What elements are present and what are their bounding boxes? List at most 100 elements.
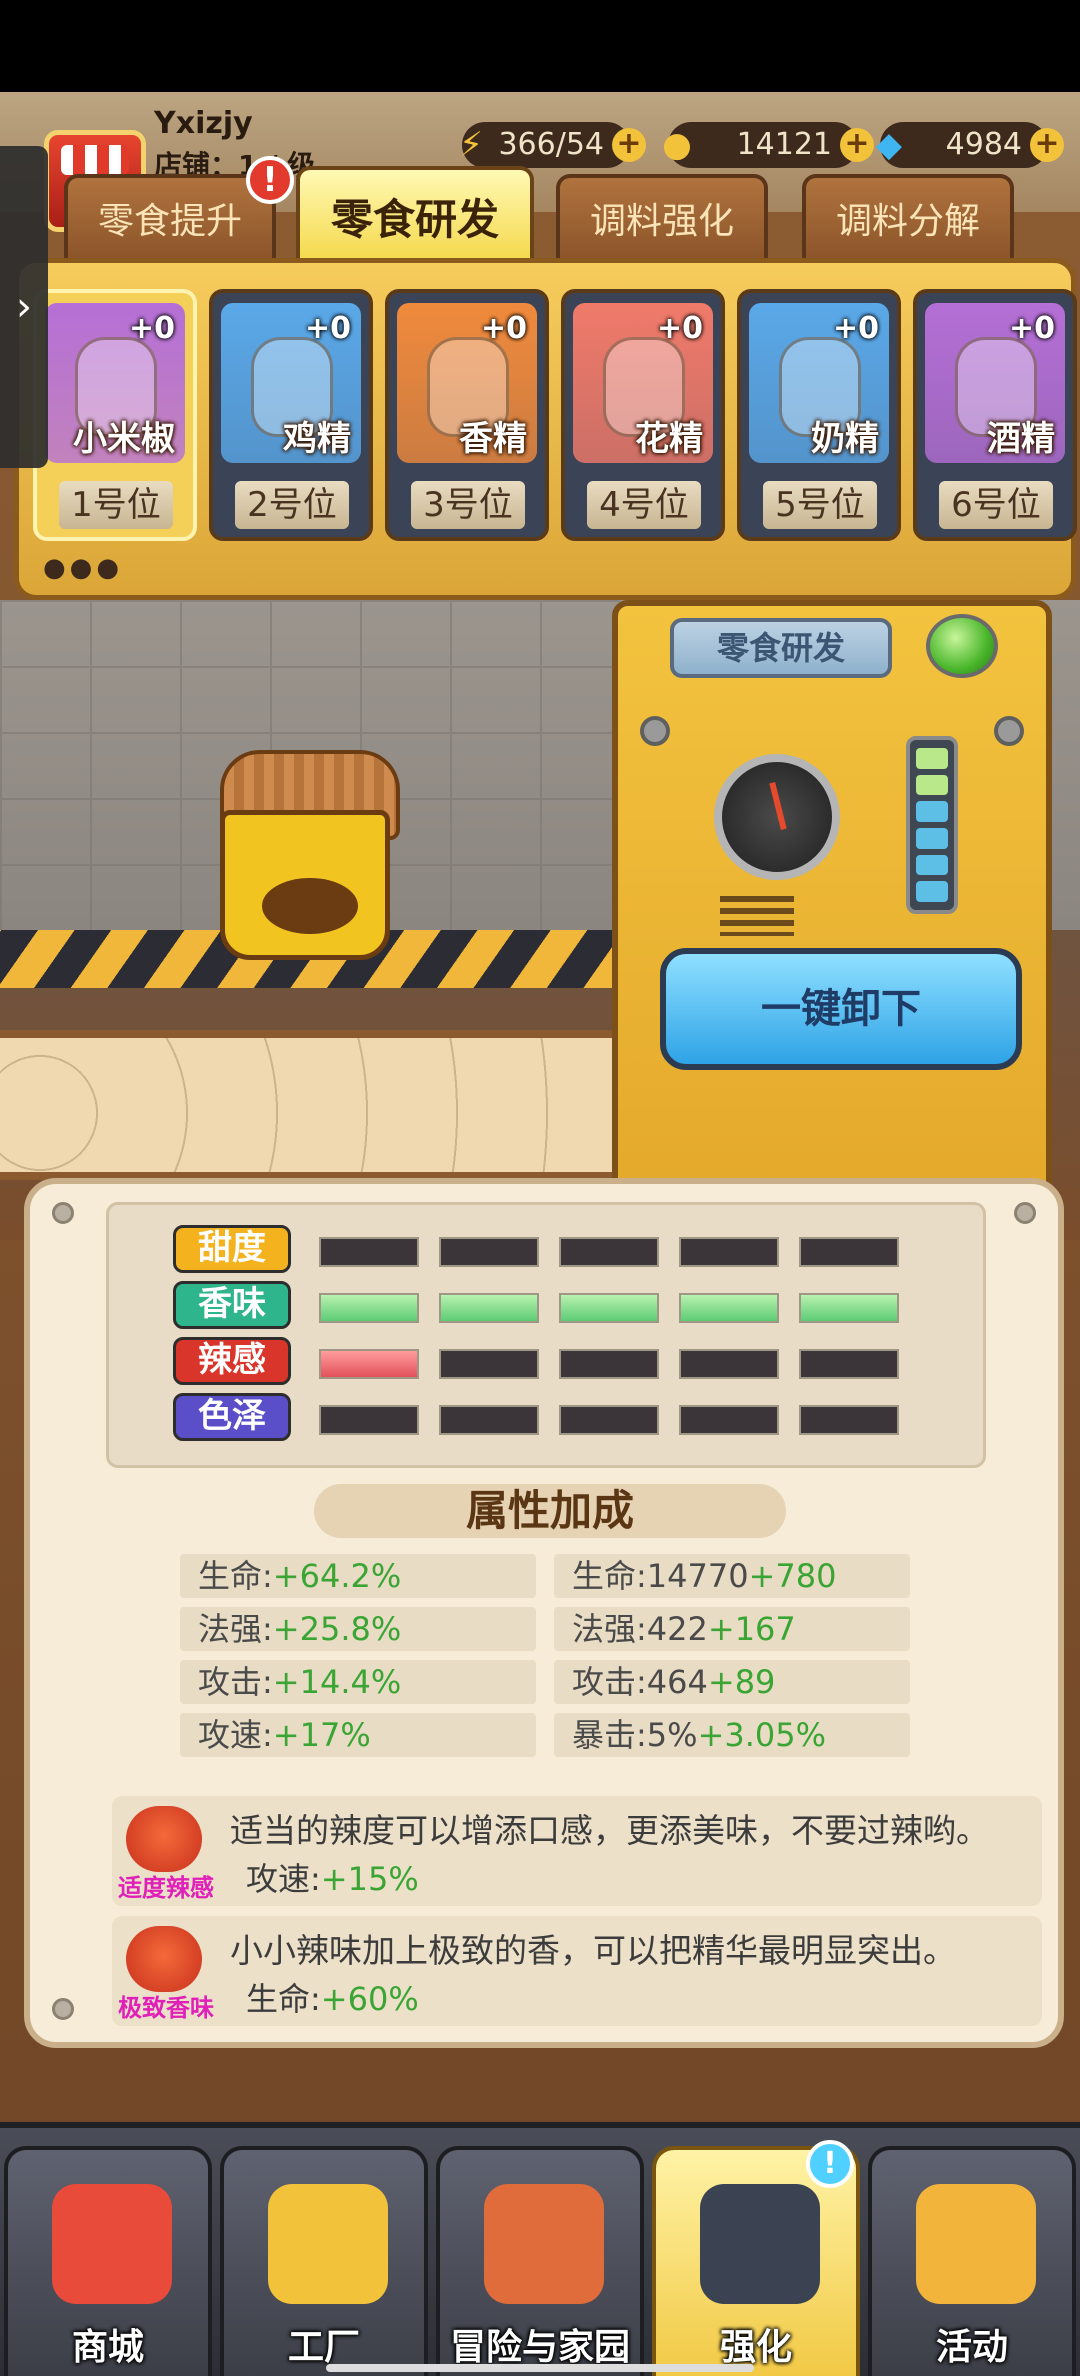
bonus-stat: 法强:422+167 — [554, 1607, 910, 1651]
attribute-row: 甜度 — [173, 1225, 933, 1273]
research-machine: 零食研发 一键卸下 — [612, 600, 1052, 1240]
level-meter — [906, 736, 958, 914]
unload-all-button[interactable]: 一键卸下 — [660, 948, 1022, 1070]
attribute-bar — [439, 1405, 539, 1435]
game-screen: Yxizjy 店铺：1 / 级 ⚡ 366/54 + ● 14121 + ◆ 4… — [0, 92, 1080, 2376]
combo-description: 适当的辣度可以增添口感，更添美味，不要过辣哟。 — [230, 1811, 989, 1850]
tab-seasoning-decompose[interactable]: 调料分解 — [802, 174, 1014, 258]
adventure-icon — [484, 2184, 604, 2304]
bonus-title: 属性加成 — [465, 1486, 634, 1535]
side-expand-tab[interactable]: › — [0, 146, 48, 468]
attribute-label: 香味 — [173, 1281, 291, 1329]
bonus-stat: 生命:14770+780 — [554, 1554, 910, 1598]
slot-position-label: 2号位 — [235, 481, 349, 529]
seasoning-slot[interactable]: +0 鸡精 2号位 — [209, 289, 373, 541]
level-segment — [916, 774, 948, 796]
bonus-stat-value: +89 — [707, 1663, 776, 1701]
attribute-bar — [439, 1293, 539, 1323]
bottom-nav: 商城 工厂 冒险与家园 强化! 活动 — [0, 2122, 1080, 2376]
diamond-icon: ◆ — [875, 125, 903, 165]
combo-stat-name: 攻速: — [246, 1860, 321, 1898]
seasoning-card: +0 花精 — [573, 303, 713, 463]
slot-seasoning-name: 奶精 — [811, 419, 879, 459]
slot-position-label: 6号位 — [939, 481, 1053, 529]
megaphone-icon — [916, 2184, 1036, 2304]
slot-level: +0 — [656, 311, 703, 346]
nav-label: 商城 — [71, 2327, 144, 2368]
seasoning-slot[interactable]: +0 香精 3号位 — [385, 289, 549, 541]
diamond-counter: ◆ 4984 + — [876, 122, 1064, 168]
attribute-row: 香味 — [173, 1281, 933, 1329]
bonus-stat: 攻击:+14.4% — [180, 1660, 536, 1704]
tab-snack-upgrade[interactable]: 零食提升 — [64, 174, 276, 258]
bolt-icon — [640, 716, 670, 746]
combo-stat: 生命:+60% — [246, 1974, 419, 2020]
machine-sign: 零食研发 — [670, 618, 892, 678]
flavor-combo: 适度辣感 适当的辣度可以增添口感，更添美味，不要过辣哟。攻速:+15% — [112, 1796, 1042, 1906]
nav-label: 冒险与家园 — [449, 2327, 630, 2368]
research-scene: 零食研发 一键卸下 — [0, 600, 1080, 1240]
attribute-bar — [559, 1237, 659, 1267]
bonus-stat-name: 攻击:464 — [572, 1663, 708, 1701]
seasoning-slot[interactable]: +0 花精 4号位 — [561, 289, 725, 541]
nav-item[interactable]: 工厂 — [220, 2146, 428, 2376]
bonus-stat-name: 法强: — [198, 1610, 273, 1648]
green-light-button[interactable] — [926, 614, 998, 678]
attribute-bar — [319, 1237, 419, 1267]
bonus-stat-value: +3.05% — [697, 1716, 827, 1754]
seasoning-slot[interactable]: +0 小米椒 1号位 — [33, 289, 197, 541]
bonus-stat-name: 法强:422 — [572, 1610, 708, 1648]
diamond-value: 4984 — [945, 127, 1022, 162]
nav-item[interactable]: 冒险与家园 — [436, 2146, 644, 2376]
combo-name: 适度辣感 — [118, 1874, 214, 1902]
level-segment — [916, 854, 948, 876]
nav-label: 工厂 — [287, 2327, 360, 2368]
slot-level: +0 — [480, 311, 527, 346]
bonus-stat-value: +64.2% — [272, 1557, 402, 1595]
add-energy-button[interactable]: + — [612, 128, 646, 162]
snack-character — [200, 710, 420, 970]
energy-value: 366/54 — [498, 127, 604, 162]
seasoning-slot[interactable]: +0 奶精 5号位 — [737, 289, 901, 541]
nav-item[interactable]: 商城 — [4, 2146, 212, 2376]
add-diamond-button[interactable]: + — [1030, 128, 1064, 162]
bonus-stat-value: +25.8% — [272, 1610, 402, 1648]
gauge-icon — [714, 754, 840, 880]
combo-stat-name: 生命: — [246, 1980, 321, 2018]
bonus-stat-value: +780 — [748, 1557, 837, 1595]
aroma-pouch-icon — [126, 1926, 202, 1992]
attribute-bar — [319, 1349, 419, 1379]
tab-seasoning-enhance[interactable]: 调料强化 — [556, 174, 768, 258]
slot-position-label: 3号位 — [411, 481, 525, 529]
attribute-bar — [799, 1293, 899, 1323]
seasoning-slot[interactable]: +0 酒精 6号位 — [913, 289, 1077, 541]
tab-snack-research[interactable]: 零食研发 — [296, 166, 534, 262]
seasoning-card: +0 香精 — [397, 303, 537, 463]
attribute-bar — [559, 1293, 659, 1323]
bonus-stat-name: 暴击:5% — [572, 1716, 698, 1754]
level-segment — [916, 801, 948, 823]
chevron-right-icon: › — [16, 284, 32, 330]
upgrade-robot-icon — [700, 2184, 820, 2304]
nav-item[interactable]: 强化! — [652, 2140, 860, 2376]
shop-cart-icon — [52, 2184, 172, 2304]
slot-seasoning-name: 鸡精 — [283, 419, 351, 459]
seasoning-card: +0 奶精 — [749, 303, 889, 463]
bolt-icon — [1014, 1202, 1036, 1224]
attribute-bar — [319, 1293, 419, 1323]
seasoning-card: +0 小米椒 — [45, 303, 185, 463]
combo-name: 极致香味 — [118, 1994, 214, 2022]
nav-item[interactable]: 活动 — [868, 2146, 1076, 2376]
bolt-icon — [994, 716, 1024, 746]
slot-seasoning-name: 小米椒 — [73, 419, 175, 459]
attribute-panel: 甜度 香味 辣感 色泽 属性加成 生命:+64.2% 法强:+25.8% 攻击:+14.4… — [24, 1178, 1064, 2048]
bonus-stat-name: 攻击: — [198, 1663, 273, 1701]
nav-alert-badge: ! — [806, 2140, 854, 2188]
combo-stat-value: +60% — [320, 1980, 419, 2018]
bolt-icon — [52, 1998, 74, 2020]
slot-level: +0 — [832, 311, 879, 346]
slot-position-label: 4号位 — [587, 481, 701, 529]
combo-stat-value: +15% — [320, 1860, 419, 1898]
vent-grille — [720, 896, 794, 936]
slot-position-label: 1号位 — [59, 481, 173, 529]
